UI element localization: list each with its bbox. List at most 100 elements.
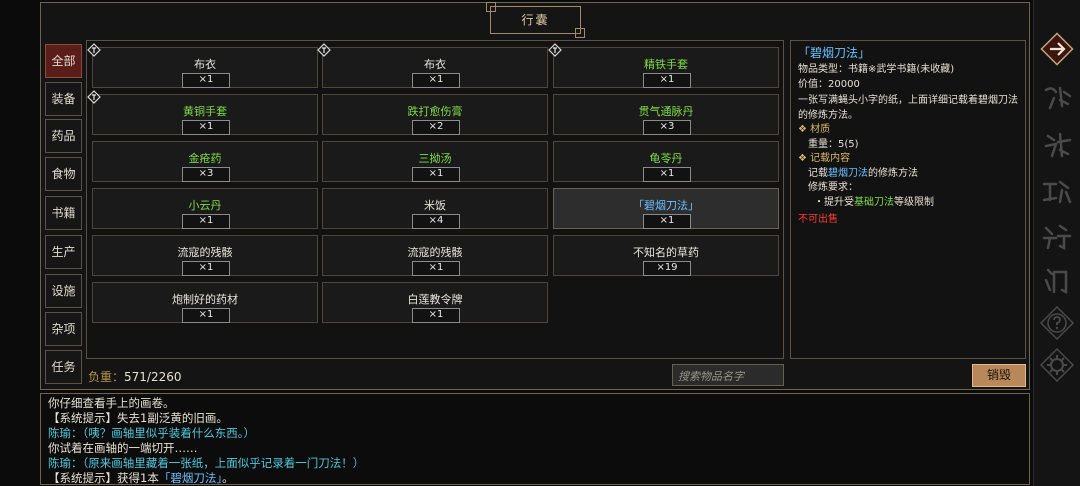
- tab-category[interactable]: 设施: [45, 274, 82, 308]
- sect-icon[interactable]: [1038, 262, 1076, 300]
- item-quantity: ×1: [412, 261, 460, 276]
- log-line: 陈瑜：（原来画轴里藏着一张纸，上面似乎记录着一门刀法！）: [48, 456, 1022, 471]
- log-text: 陈瑜：（原来画轴里藏着一张纸，上面似乎记录着一门刀法！）: [48, 456, 365, 470]
- message-log: 你仔细查看手上的画卷。 【系统提示】失去1副泛黄的旧画。 陈瑜：（咦？画轴里似乎装着…: [40, 393, 1030, 485]
- item-slot[interactable]: 流寇的残骸 ×1: [92, 235, 318, 276]
- item-name: 米饭: [424, 199, 446, 212]
- action-icon[interactable]: [1038, 78, 1076, 116]
- item-slot[interactable]: 精铁手套 ×1: [548, 43, 779, 88]
- tab-category[interactable]: 生产: [45, 235, 82, 269]
- tab-category[interactable]: 食物: [45, 157, 82, 191]
- item-name: 黄铜手套: [183, 105, 227, 118]
- log-line: 你试着在画轴的一端切开……: [48, 441, 1022, 456]
- item-name: 金疮药: [188, 152, 222, 165]
- help-icon[interactable]: [1038, 304, 1076, 342]
- item-name: 精铁手套: [644, 58, 688, 71]
- item-name: 白莲教令牌: [407, 293, 463, 306]
- item-quantity: ×1: [412, 308, 460, 323]
- item-name: 布衣: [424, 58, 446, 71]
- item-name: 炮制好的药材: [172, 293, 238, 306]
- item-quantity: ×1: [182, 73, 230, 88]
- req-pre: ・提升受: [814, 196, 854, 208]
- item-name: 贯气通脉丹: [638, 105, 694, 118]
- item-quantity: ×1: [643, 73, 691, 88]
- item-slot[interactable]: 「碧烟刀法」 ×1: [553, 188, 779, 229]
- item-name: 龟苓丹: [649, 152, 683, 165]
- log-text: 你试着在画轴的一端切开……: [48, 441, 198, 455]
- item-slot[interactable]: 不知名的草药 ×19: [553, 235, 779, 276]
- record-skill-name: 碧烟刀法: [828, 167, 868, 179]
- detail-value: 价值：20000: [798, 78, 860, 90]
- item-detail-panel: 「碧烟刀法」 物品类型：书籍※武学书籍(未收藏) 价值：20000 一张写满蝇头…: [790, 40, 1026, 359]
- work-icon[interactable]: [1038, 172, 1076, 210]
- item-slot[interactable]: 米饭 ×4: [322, 188, 548, 229]
- inventory-title-box: 行囊: [486, 2, 585, 38]
- req-post: 等级限制: [894, 196, 934, 208]
- return-arrow-icon[interactable]: [1038, 30, 1076, 68]
- log-highlight: 「碧烟刀法」: [158, 471, 223, 485]
- item-name: 「碧烟刀法」: [633, 199, 699, 212]
- equipped-marker-icon: [87, 89, 101, 104]
- req-skill-name: 基础刀法: [854, 196, 894, 208]
- detail-weight: 重量：5(5): [808, 138, 859, 150]
- tab-category[interactable]: 全部: [45, 44, 82, 78]
- item-quantity: ×1: [412, 167, 460, 182]
- item-slot[interactable]: 黄铜手套 ×1: [87, 90, 318, 135]
- item-slot[interactable]: 炮制好的药材 ×1: [92, 282, 318, 323]
- item-quantity: ×3: [182, 167, 230, 182]
- item-quantity: ×3: [643, 120, 691, 135]
- item-slot[interactable]: 布衣 ×1: [87, 43, 318, 88]
- destroy-button[interactable]: 销毁: [972, 364, 1026, 387]
- settings-gear-icon[interactable]: [1038, 346, 1076, 384]
- log-text: 陈瑜：（咦？画轴里似乎装着什么东西。）: [48, 426, 255, 440]
- item-quantity: ×1: [182, 308, 230, 323]
- item-slot[interactable]: 三拗汤 ×1: [322, 141, 548, 182]
- requirement-line: ・提升受基础刀法等级限制: [798, 196, 1018, 211]
- item-quantity: ×1: [182, 120, 230, 135]
- log-line: 你仔细查看手上的画卷。: [48, 396, 1022, 411]
- item-name: 流寇的残骸: [177, 246, 233, 259]
- martial-arts-icon[interactable]: [1038, 218, 1076, 256]
- tab-category[interactable]: 书籍: [45, 196, 82, 230]
- item-quantity: ×1: [412, 73, 460, 88]
- log-line: 陈瑜：（咦？画轴里似乎装着什么东西。）: [48, 426, 1022, 441]
- log-text: 【系统提示】获得1本: [48, 471, 159, 485]
- item-slot[interactable]: 跌打愈伤膏 ×2: [322, 94, 548, 135]
- tab-category[interactable]: 药品: [45, 119, 82, 153]
- log-text-end: 。: [222, 471, 234, 485]
- tab-category[interactable]: 杂项: [45, 312, 82, 346]
- item-name: 小云丹: [188, 199, 222, 212]
- record-line: 记载碧烟刀法的修炼方法: [798, 167, 1018, 182]
- inventory-title: 行囊: [521, 13, 550, 27]
- item-name: 布衣: [194, 58, 216, 71]
- item-slot[interactable]: 布衣 ×1: [317, 43, 548, 88]
- item-quantity: ×1: [643, 214, 691, 229]
- requirement-header: 修炼要求：: [808, 182, 858, 193]
- weight-value: 571/2260: [124, 370, 182, 384]
- tab-category[interactable]: 装备: [45, 82, 82, 116]
- item-slot[interactable]: 白莲教令牌 ×1: [322, 282, 548, 323]
- detail-type: 物品类型：书籍※武学书籍(未收藏): [798, 64, 955, 75]
- not-for-sale: 不可出售: [798, 214, 838, 225]
- item-slot[interactable]: 小云丹 ×1: [92, 188, 318, 229]
- bag-icon[interactable]: [1038, 126, 1076, 164]
- item-slot[interactable]: 流寇的残骸 ×1: [322, 235, 548, 276]
- item-grid: 布衣 ×1 布衣 ×1 精铁手套 ×1 黄铜手套 ×1 跌打愈伤膏 ×2 贯气通脉丹 ×3 金疮药 ×3 三…: [86, 40, 784, 359]
- detail-description: 一张写满蝇头小字的纸，上面详细记载着碧烟刀法的修炼方法。: [798, 95, 1018, 121]
- weight-label: 负重：: [88, 370, 125, 384]
- log-text: 你仔细查看手上的画卷。: [48, 396, 175, 410]
- tab-category[interactable]: 任务: [45, 350, 82, 384]
- weight-display: 负重：571/2260: [88, 368, 182, 385]
- item-quantity: ×19: [643, 261, 691, 276]
- item-name: 跌打愈伤膏: [407, 105, 463, 118]
- item-quantity: ×1: [643, 167, 691, 182]
- log-line: 【系统提示】失去1副泛黄的旧画。: [48, 411, 1022, 426]
- equipped-marker-icon: [548, 42, 562, 57]
- item-slot[interactable]: 金疮药 ×3: [92, 141, 318, 182]
- item-slot[interactable]: 龟苓丹 ×1: [553, 141, 779, 182]
- material-header: ❖ 材质: [798, 124, 831, 135]
- item-name: 三拗汤: [418, 152, 452, 165]
- search-input[interactable]: 搜索物品名字: [672, 364, 784, 386]
- log-text: 【系统提示】失去1副泛黄的旧画。: [48, 411, 228, 425]
- item-slot[interactable]: 贯气通脉丹 ×3: [553, 94, 779, 135]
